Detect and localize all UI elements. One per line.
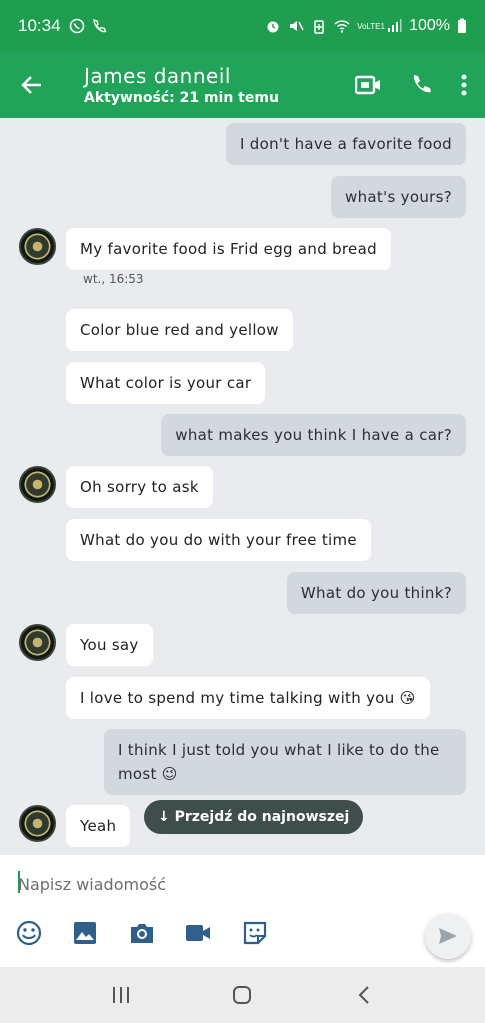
contact-title[interactable]: James danneil Aktywność: 21 min temu xyxy=(64,64,355,106)
signal-icon xyxy=(388,19,402,32)
mute-icon xyxy=(290,21,304,31)
chat-header: James danneil Aktywność: 21 min temu xyxy=(0,52,485,118)
message-bubble-incoming[interactable]: My favorite food is Frid egg and bread xyxy=(66,228,391,270)
phone-call-icon xyxy=(413,75,431,93)
video-button[interactable] xyxy=(182,917,214,949)
message-bubble-outgoing[interactable]: I don't have a favorite food xyxy=(226,123,466,165)
camera-button[interactable] xyxy=(126,917,158,949)
battery-icon xyxy=(458,18,466,33)
message-list[interactable]: I don't have a favorite food what's your… xyxy=(0,118,485,855)
message-bubble-incoming[interactable]: Color blue red and yellow xyxy=(66,309,293,351)
message-bubble-incoming[interactable]: You say xyxy=(66,624,153,666)
message-bubble-incoming[interactable]: What color is your car xyxy=(66,362,266,404)
message-bubble-incoming[interactable]: Oh sorry to ask xyxy=(66,466,213,508)
message-bubble-incoming[interactable]: I love to spend my time talking with you… xyxy=(66,677,430,719)
back-icon xyxy=(358,986,369,1004)
sticker-icon xyxy=(243,921,267,945)
system-nav-bar xyxy=(0,967,485,1023)
back-button[interactable] xyxy=(344,975,384,1015)
more-options-button[interactable] xyxy=(461,74,467,96)
jump-to-latest-button[interactable]: ↓ Przejdź do najnowszej xyxy=(144,800,364,834)
emoji-button[interactable] xyxy=(13,917,45,949)
message-bubble-incoming[interactable]: Yeah xyxy=(66,805,131,847)
recents-button[interactable] xyxy=(101,975,141,1015)
message-composer xyxy=(0,855,485,967)
message-bubble-outgoing[interactable]: what's yours? xyxy=(331,176,466,218)
home-icon xyxy=(233,986,252,1004)
home-button[interactable] xyxy=(222,975,262,1015)
message-bubble-outgoing[interactable]: What do you think? xyxy=(286,572,466,614)
emoji-icon xyxy=(16,920,42,946)
wifi-icon xyxy=(334,20,350,33)
network-label: VoLTE1 xyxy=(357,21,385,31)
header-actions xyxy=(355,73,485,97)
message-timestamp: wt., 16:53 xyxy=(83,272,144,286)
phone-call-button[interactable] xyxy=(409,73,433,97)
image-button[interactable] xyxy=(69,917,101,949)
status-left-icons xyxy=(69,18,107,34)
status-right: VoLTE1 100% xyxy=(265,17,467,35)
sticker-button[interactable] xyxy=(239,917,271,949)
video-icon xyxy=(186,925,210,941)
contact-status: Aktywność: 21 min temu xyxy=(84,90,279,106)
camera-icon xyxy=(131,924,153,943)
composer-toolbar xyxy=(0,917,300,957)
recents-icon xyxy=(112,987,129,1003)
image-icon xyxy=(74,922,96,944)
send-button[interactable] xyxy=(425,913,471,959)
contact-name: James danneil xyxy=(84,64,231,88)
contact-avatar[interactable] xyxy=(19,624,56,661)
battery-saver-icon xyxy=(314,20,324,34)
contact-avatar[interactable] xyxy=(19,805,56,842)
whatsapp-icon xyxy=(69,18,84,34)
send-icon xyxy=(439,928,457,944)
back-arrow-button[interactable] xyxy=(0,52,64,118)
battery-percent: 100% xyxy=(409,17,450,34)
message-input[interactable] xyxy=(18,871,398,897)
contact-avatar[interactable] xyxy=(19,228,56,265)
status-bar: 10:34 VoLTE1 100% xyxy=(0,0,485,52)
video-call-button[interactable] xyxy=(355,75,381,95)
status-time: 10:34 xyxy=(18,16,61,35)
contact-avatar[interactable] xyxy=(19,466,56,503)
message-bubble-outgoing[interactable]: I think I just told you what I like to d… xyxy=(104,729,466,795)
alarm-icon xyxy=(267,21,279,33)
video-call-icon xyxy=(355,75,380,95)
message-bubble-incoming[interactable]: What do you do with your free time xyxy=(66,519,371,561)
message-bubble-outgoing[interactable]: what makes you think I have a car? xyxy=(161,414,466,456)
more-vert-icon xyxy=(461,74,467,96)
back-arrow-icon xyxy=(21,76,41,94)
phone-icon xyxy=(92,19,106,33)
